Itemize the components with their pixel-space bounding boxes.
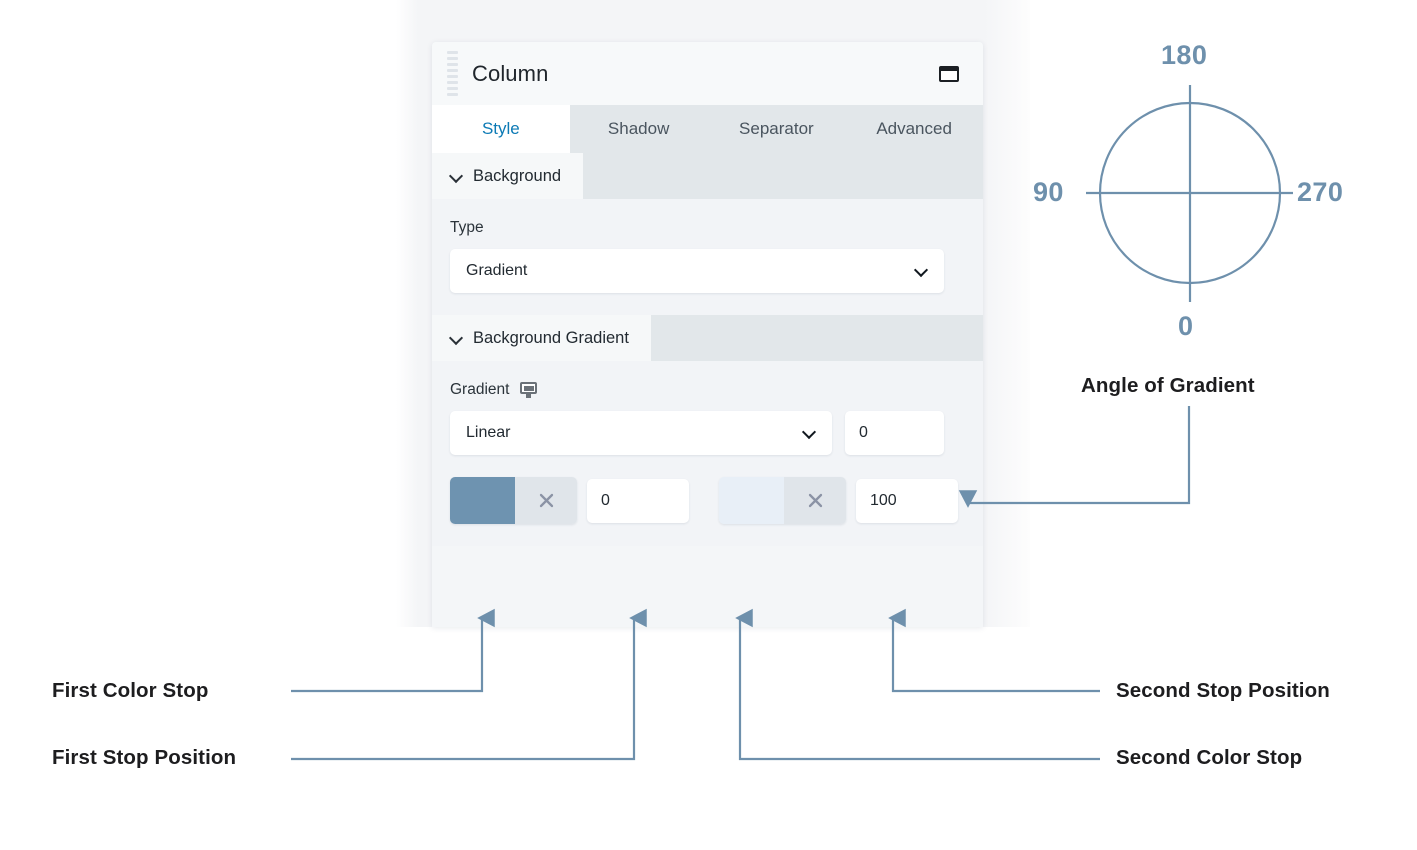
annotation-second-stop-position: Second Stop Position <box>1116 679 1330 702</box>
annotation-second-color-stop: Second Color Stop <box>1116 746 1303 769</box>
page-root: Column Style Shadow Separator Advanced B… <box>0 0 1417 850</box>
tab-style[interactable]: Style <box>432 105 570 153</box>
chevron-down-icon <box>804 427 816 439</box>
gradient-angle-value: 0 <box>859 424 868 441</box>
first-stop-position-value: 0 <box>601 491 610 509</box>
second-stop-position-value: 100 <box>870 491 897 509</box>
second-color-stop-control <box>719 477 846 524</box>
first-color-stop-control <box>450 477 577 524</box>
tab-shadow[interactable]: Shadow <box>570 105 708 153</box>
dial-label-180: 180 <box>1161 40 1208 70</box>
second-stop-position-input[interactable]: 100 <box>856 478 958 523</box>
tab-advanced[interactable]: Advanced <box>845 105 983 153</box>
first-color-stop-swatch[interactable] <box>450 477 515 524</box>
first-stop-position-input[interactable]: 0 <box>587 478 689 523</box>
annotation-angle-of-gradient: Angle of Gradient <box>1081 374 1255 397</box>
connector-second-color-stop <box>735 608 1100 761</box>
panel-header: Column <box>432 42 983 105</box>
type-field-label: Type <box>450 219 965 237</box>
background-type-value: Gradient <box>466 262 528 279</box>
section-title-background: Background <box>473 166 562 185</box>
monitor-icon[interactable] <box>520 382 538 398</box>
dial-label-90: 90 <box>1033 177 1064 207</box>
connector-first-color-stop <box>291 608 495 693</box>
second-color-stop-clear-button[interactable] <box>784 477 846 524</box>
first-color-stop-clear-button[interactable] <box>515 477 577 524</box>
tab-separator-label: Separator <box>739 119 814 138</box>
section-header-background-gradient-inner: Background Gradient <box>432 315 651 361</box>
connector-second-stop-position <box>888 608 1100 693</box>
gradient-field-label: Gradient <box>450 381 965 399</box>
dial-label-0: 0 <box>1178 311 1194 341</box>
dial-label-270: 270 <box>1297 177 1344 207</box>
window-layout-icon[interactable] <box>939 65 959 82</box>
background-type-select[interactable]: Gradient <box>450 249 944 293</box>
gradient-angle-dial: 180 0 90 270 <box>1033 30 1349 350</box>
close-icon <box>539 493 553 508</box>
tab-separator[interactable]: Separator <box>708 105 846 153</box>
chevron-down-icon <box>916 265 928 277</box>
section-body-background-gradient: Gradient Linear 0 0 100 <box>432 361 983 546</box>
gradient-stops-row: 0 100 <box>450 477 965 524</box>
column-settings-panel: Column Style Shadow Separator Advanced B… <box>432 42 983 627</box>
type-label-text: Type <box>450 219 484 236</box>
section-header-background-gradient[interactable]: Background Gradient <box>432 315 983 361</box>
drag-handle-icon[interactable] <box>432 42 472 105</box>
annotation-first-stop-position: First Stop Position <box>52 746 237 769</box>
section-body-background: Type Gradient <box>432 199 983 315</box>
connector-first-stop-position <box>291 608 647 761</box>
annotation-first-color-stop: First Color Stop <box>52 679 209 702</box>
chevron-down-icon <box>450 170 463 183</box>
panel-tabs: Style Shadow Separator Advanced <box>432 105 983 153</box>
tab-shadow-label: Shadow <box>607 119 670 138</box>
gradient-angle-input[interactable]: 0 <box>845 411 944 455</box>
gradient-label-text: Gradient <box>450 381 510 398</box>
section-header-background-inner: Background <box>432 153 584 199</box>
gradient-type-select[interactable]: Linear <box>450 411 832 455</box>
tab-style-label: Style <box>481 119 520 138</box>
tab-advanced-label: Advanced <box>876 119 952 138</box>
gradient-control-row: Linear 0 <box>450 411 965 455</box>
gradient-type-value: Linear <box>466 424 511 441</box>
close-icon <box>808 493 822 508</box>
panel-header-actions <box>939 65 959 82</box>
second-color-stop-swatch[interactable] <box>719 477 784 524</box>
panel-title: Column <box>472 60 549 86</box>
section-header-background[interactable]: Background <box>432 153 983 199</box>
type-control-row: Gradient <box>450 249 965 293</box>
section-title-background-gradient: Background Gradient <box>473 328 629 347</box>
chevron-down-icon <box>450 332 463 345</box>
